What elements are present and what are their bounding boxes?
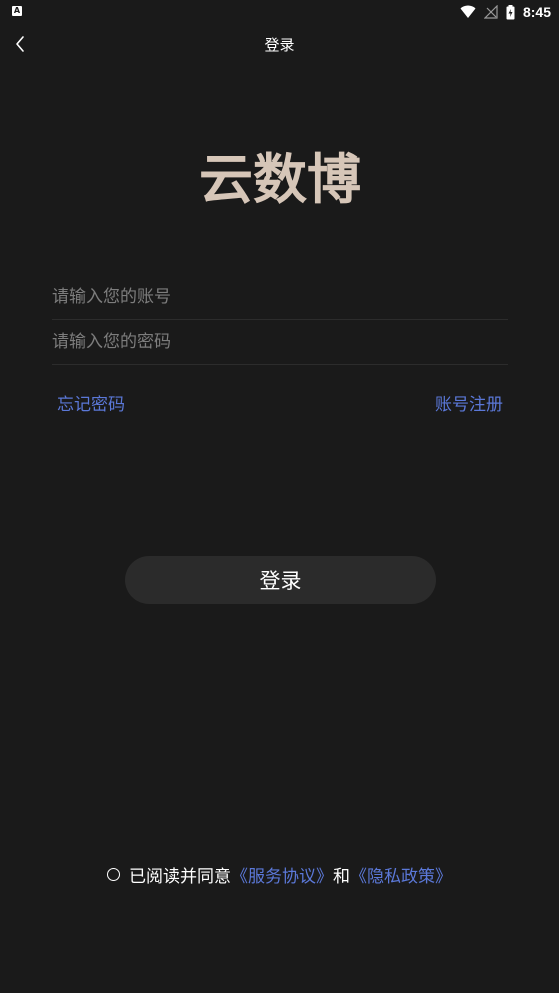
agreement-row: 已阅读并同意 《服务协议》 和 《隐私政策》 [0, 862, 559, 887]
privacy-policy-link[interactable]: 《隐私政策》 [350, 862, 452, 887]
status-time: 8:45 [522, 4, 551, 20]
agreement-prefix: 已阅读并同意 [129, 867, 231, 887]
page-title: 登录 [264, 36, 295, 54]
password-field-row [52, 320, 508, 365]
agreement-conjunction: 和 [333, 867, 350, 887]
app-logo: 云数博 [200, 148, 360, 211]
battery-icon [506, 4, 515, 19]
agreement-radio[interactable] [107, 868, 120, 881]
account-input[interactable] [52, 275, 508, 319]
logo-text: 云数博 [200, 148, 360, 211]
register-link[interactable]: 账号注册 [435, 390, 503, 415]
login-button[interactable]: 登录 [125, 556, 436, 604]
forgot-password-link[interactable]: 忘记密码 [57, 390, 125, 415]
a-icon: A [12, 6, 22, 16]
no-signal-icon [483, 5, 498, 19]
service-agreement-link[interactable]: 《服务协议》 [231, 862, 333, 887]
account-field-row [52, 275, 508, 320]
wifi-icon [460, 5, 476, 18]
status-icons: 8:45 [460, 3, 551, 21]
password-input[interactable] [52, 320, 508, 364]
title-bar: 登录 [0, 24, 559, 64]
status-bar: A 8:45 [0, 0, 559, 24]
